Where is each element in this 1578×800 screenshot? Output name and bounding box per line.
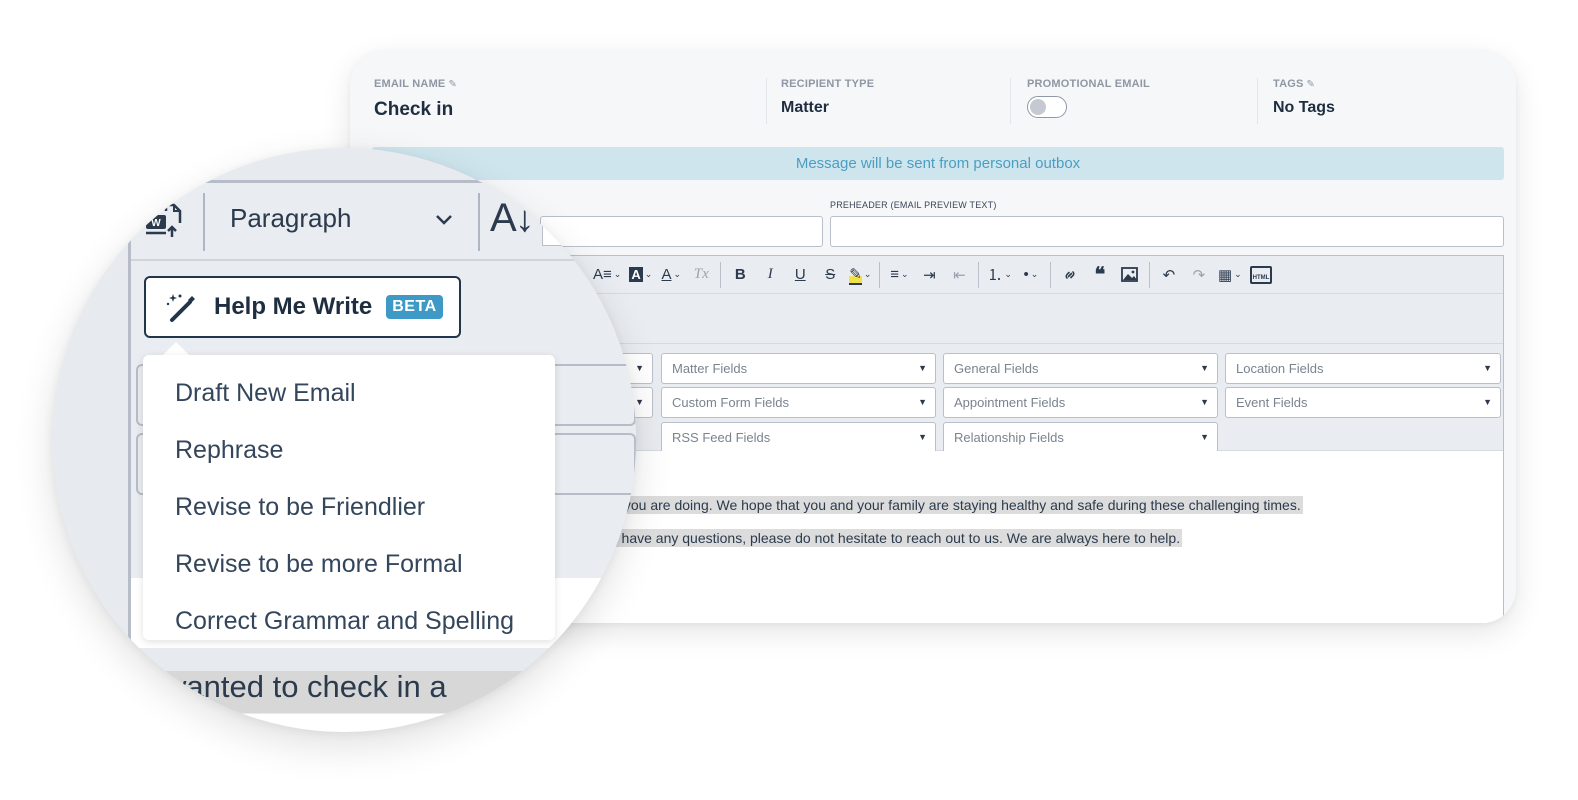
toolbar-divider: [720, 261, 722, 288]
event-fields-select[interactable]: Event Fields ▼: [1225, 387, 1501, 418]
menu-item-correct-grammar[interactable]: Correct Grammar and Spelling: [143, 593, 555, 650]
preheader-label: PREHEADER (EMAIL PREVIEW TEXT): [830, 200, 997, 210]
beta-badge: BETA: [386, 295, 443, 319]
highlighter-icon: ✎: [849, 264, 862, 285]
magnified-body-text: wanted to check in a: [164, 669, 447, 704]
link-icon: [1065, 270, 1075, 279]
magnifier-zoom-callout: W Paragraph A↓ Help Me Write BETA Draft: [52, 148, 636, 732]
tags-label: TAGS ✎: [1273, 78, 1316, 90]
menu-item-revise-friendlier[interactable]: Revise to be Friendlier: [143, 479, 555, 536]
meta-divider: [1010, 78, 1011, 124]
clear-formatting-button[interactable]: Tx: [690, 264, 712, 286]
image-button[interactable]: [1119, 264, 1141, 286]
rss-feed-fields-select[interactable]: RSS Feed Fields ▼: [661, 422, 936, 453]
toolbar-divider: [1049, 261, 1051, 288]
preheader-input[interactable]: [830, 216, 1504, 247]
magnified-subject-input: [542, 215, 636, 246]
promotional-email-toggle[interactable]: [1027, 96, 1067, 118]
table-button[interactable]: ▦ ⌄: [1218, 264, 1242, 286]
menu-item-revise-formal[interactable]: Revise to be more Formal: [143, 536, 555, 593]
edit-pencil-icon[interactable]: ✎: [448, 79, 457, 90]
link-button[interactable]: [1059, 264, 1081, 286]
font-size-icon[interactable]: A↓: [490, 196, 535, 241]
highlight-button[interactable]: ✎ ⌄: [849, 264, 871, 286]
toolbar-divider: [879, 261, 881, 288]
text-color-button[interactable]: A ⌄: [660, 264, 682, 286]
general-fields-select[interactable]: General Fields ▼: [943, 353, 1218, 384]
email-name-label: EMAIL NAME ✎: [374, 78, 458, 90]
html-source-button[interactable]: HTML: [1249, 264, 1273, 286]
appointment-fields-select[interactable]: Appointment Fields ▼: [943, 387, 1218, 418]
matter-fields-select[interactable]: Matter Fields ▼: [661, 353, 936, 384]
magnified-border: [128, 183, 131, 643]
bold-button[interactable]: B: [729, 264, 751, 286]
custom-form-fields-select[interactable]: Custom Form Fields ▼: [661, 387, 936, 418]
tags-value: No Tags: [1273, 99, 1335, 116]
body-paragraph: r have any questions, please do not hesi…: [613, 529, 1183, 547]
toolbar-divider: [1148, 261, 1150, 288]
toolbar-divider: [203, 193, 205, 251]
recipient-type-label: RECIPIENT TYPE: [781, 78, 875, 90]
image-icon: [1121, 267, 1139, 282]
paragraph-format-select[interactable]: Paragraph: [230, 203, 351, 234]
menu-pointer: [162, 342, 190, 356]
italic-button[interactable]: I: [759, 264, 781, 286]
tags-field[interactable]: TAGS ✎ No Tags: [1273, 78, 1335, 117]
toolbar-divider: [478, 193, 480, 251]
numbered-list-button[interactable]: ⒈ ⌄: [987, 264, 1012, 286]
word-import-icon[interactable]: W: [144, 201, 184, 241]
toggle-knob: [1030, 99, 1046, 115]
strikethrough-button[interactable]: S: [819, 264, 841, 286]
body-paragraph: v you are doing. We hope that you and yo…: [613, 496, 1303, 514]
edit-pencil-icon[interactable]: ✎: [1307, 79, 1316, 90]
promotional-email-label: PROMOTIONAL EMAIL: [1027, 78, 1150, 90]
promotional-email-field: PROMOTIONAL EMAIL: [1027, 78, 1150, 118]
email-name-value: Check in: [374, 99, 454, 120]
bullet-list-button[interactable]: • ⌄: [1020, 264, 1042, 286]
help-me-write-button[interactable]: Help Me Write BETA: [144, 276, 461, 338]
magic-wand-icon: [166, 294, 195, 322]
blockquote-button[interactable]: ❝: [1089, 264, 1111, 286]
magnified-content-area: [52, 714, 636, 732]
html-icon: HTML: [1249, 265, 1273, 284]
relationship-fields-select[interactable]: Relationship Fields ▼: [943, 422, 1218, 453]
align-button[interactable]: ≡ ⌄: [888, 264, 910, 286]
outdent-button[interactable]: ⇤: [948, 264, 970, 286]
meta-divider: [1257, 78, 1258, 124]
toolbar-divider: [978, 261, 980, 288]
help-me-write-menu: Draft New Email Rephrase Revise to be Fr…: [143, 355, 555, 640]
underline-button[interactable]: U: [789, 264, 811, 286]
indent-button[interactable]: ⇥: [918, 264, 940, 286]
help-me-write-label: Help Me Write: [214, 293, 373, 320]
undo-button[interactable]: ↶: [1158, 264, 1180, 286]
recipient-type-field: RECIPIENT TYPE Matter: [781, 78, 874, 117]
redo-button[interactable]: ↷: [1188, 264, 1210, 286]
chevron-down-icon[interactable]: [433, 208, 455, 230]
menu-item-rephrase[interactable]: Rephrase: [143, 422, 555, 479]
email-meta-row: EMAIL NAME ✎ Check in RECIPIENT TYPE Matt…: [350, 50, 1516, 140]
email-name-field[interactable]: EMAIL NAME ✎ Check in: [374, 78, 457, 121]
recipient-type-value: Matter: [781, 99, 830, 116]
location-fields-select[interactable]: Location Fields ▼: [1225, 353, 1501, 384]
svg-text:W: W: [151, 218, 161, 229]
menu-item-draft-new-email[interactable]: Draft New Email: [143, 365, 555, 422]
meta-divider: [766, 78, 767, 124]
